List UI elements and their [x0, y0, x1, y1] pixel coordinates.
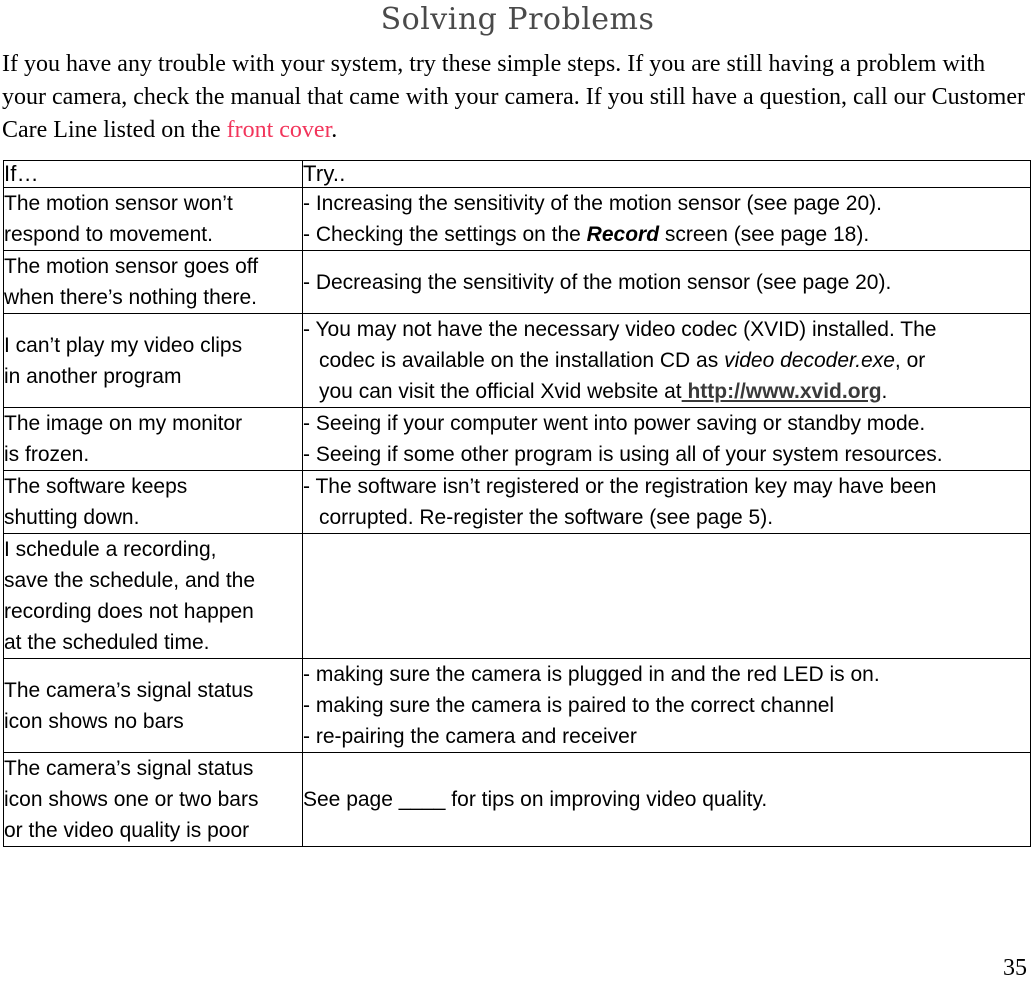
solution-cell-empty — [302, 533, 1031, 659]
solution-line-url: you can visit the official Xvid website … — [319, 380, 888, 403]
problem-line: recording does not happen — [4, 600, 254, 623]
solution-line: - Seeing if your computer went into powe… — [303, 412, 926, 435]
solution-line: - re-pairing the camera and receiver — [303, 725, 637, 748]
intro-paragraph: If you have any trouble with your system… — [0, 44, 1035, 147]
solution-cell: - Increasing the sensitivity of the moti… — [302, 187, 1031, 251]
solution-cell: - The software isn’t registered or the r… — [302, 470, 1031, 534]
solution-line-codec: codec is available on the installation C… — [319, 349, 926, 372]
xvid-url-text: http://www.xvid.org — [687, 380, 882, 403]
solution-line: - Decreasing the sensitivity of the moti… — [303, 270, 892, 294]
table-header-row: If… Try.. — [3, 160, 1031, 188]
document-page: Solving Problems If you have any trouble… — [0, 0, 1035, 988]
column-header-try: Try.. — [302, 160, 1031, 188]
column-header-if: If… — [3, 160, 303, 188]
problem-line: The software keeps — [4, 475, 188, 498]
problem-cell: The camera’s signal status icon shows no… — [3, 658, 303, 753]
solution-line: - The software isn’t registered or the r… — [303, 475, 937, 498]
table-row: The image on my monitor is frozen. - See… — [3, 407, 1031, 471]
problem-cell: I can’t play my video clips in another p… — [3, 313, 303, 408]
decoder-filename: video decoder.exe — [724, 349, 895, 372]
problem-cell: The software keeps shutting down. — [3, 470, 303, 534]
troubleshooting-table: If… Try.. The motion sensor won’t respon… — [3, 160, 1031, 847]
front-cover-link[interactable]: front cover — [227, 117, 332, 143]
solution-line: See page ____ for tips on improving vide… — [303, 788, 768, 811]
page-number: 35 — [1003, 955, 1027, 981]
problem-line: The camera’s signal status — [4, 757, 254, 780]
problem-line: The image on my monitor — [4, 412, 243, 435]
solution-cell: - Seeing if your computer went into powe… — [302, 407, 1031, 471]
problem-cell: The motion sensor won’t respond to movem… — [3, 187, 303, 251]
problem-line: save the schedule, and the — [4, 569, 256, 592]
problem-line: respond to movement. — [4, 223, 213, 246]
problem-line: is frozen. — [4, 443, 90, 466]
problem-line: I can’t play my video clips — [4, 333, 243, 357]
table-row: The motion sensor goes off when there’s … — [3, 250, 1031, 314]
problem-line: The motion sensor won’t — [4, 192, 233, 215]
solution-cell: - Decreasing the sensitivity of the moti… — [302, 250, 1031, 314]
problem-line: I schedule a recording, — [4, 538, 217, 561]
problem-cell: The motion sensor goes off when there’s … — [3, 250, 303, 314]
table-row: The software keeps shutting down. - The … — [3, 470, 1031, 534]
problem-line: in another program — [4, 364, 182, 388]
intro-text-after: . — [331, 117, 338, 143]
table-row: The motion sensor won’t respond to movem… — [3, 187, 1031, 251]
table-row: I schedule a recording, save the schedul… — [3, 533, 1031, 659]
solution-cell: - making sure the camera is plugged in a… — [302, 658, 1031, 753]
problem-line: The motion sensor goes off — [4, 255, 259, 278]
problem-line: The camera’s signal status — [4, 678, 254, 702]
solution-line: - Increasing the sensitivity of the moti… — [303, 192, 882, 215]
table-row: The camera’s signal status icon shows on… — [3, 752, 1031, 847]
problem-line: icon shows one or two bars — [4, 788, 259, 811]
problem-line: or the video quality is poor — [4, 819, 250, 842]
solution-line: - You may not have the necessary video c… — [303, 318, 937, 341]
solution-line: corrupted. Re-register the software (see… — [319, 506, 774, 529]
solution-cell: See page ____ for tips on improving vide… — [302, 752, 1031, 847]
solution-cell: - You may not have the necessary video c… — [302, 313, 1031, 408]
problem-cell: I schedule a recording, save the schedul… — [3, 533, 303, 659]
problem-line: shutting down. — [4, 506, 140, 529]
solution-line: - making sure the camera is plugged in a… — [303, 663, 880, 686]
xvid-url-link[interactable]: http://www.xvid.org — [682, 380, 882, 403]
problem-line: icon shows no bars — [4, 709, 184, 733]
solution-line-record: - Checking the settings on the Record sc… — [303, 223, 870, 246]
record-emphasis: Record — [586, 223, 660, 246]
solution-line: - Seeing if some other program is using … — [303, 443, 943, 466]
solution-line: - making sure the camera is paired to th… — [303, 694, 835, 717]
table-row: The camera’s signal status icon shows no… — [3, 658, 1031, 753]
problem-line: when there’s nothing there. — [4, 286, 257, 309]
table-row: I can’t play my video clips in another p… — [3, 313, 1031, 408]
problem-cell: The image on my monitor is frozen. — [3, 407, 303, 471]
intro-text-before: If you have any trouble with your system… — [2, 51, 1025, 143]
problem-cell: The camera’s signal status icon shows on… — [3, 752, 303, 847]
problem-line: at the scheduled time. — [4, 631, 210, 654]
page-title: Solving Problems — [380, 2, 655, 37]
